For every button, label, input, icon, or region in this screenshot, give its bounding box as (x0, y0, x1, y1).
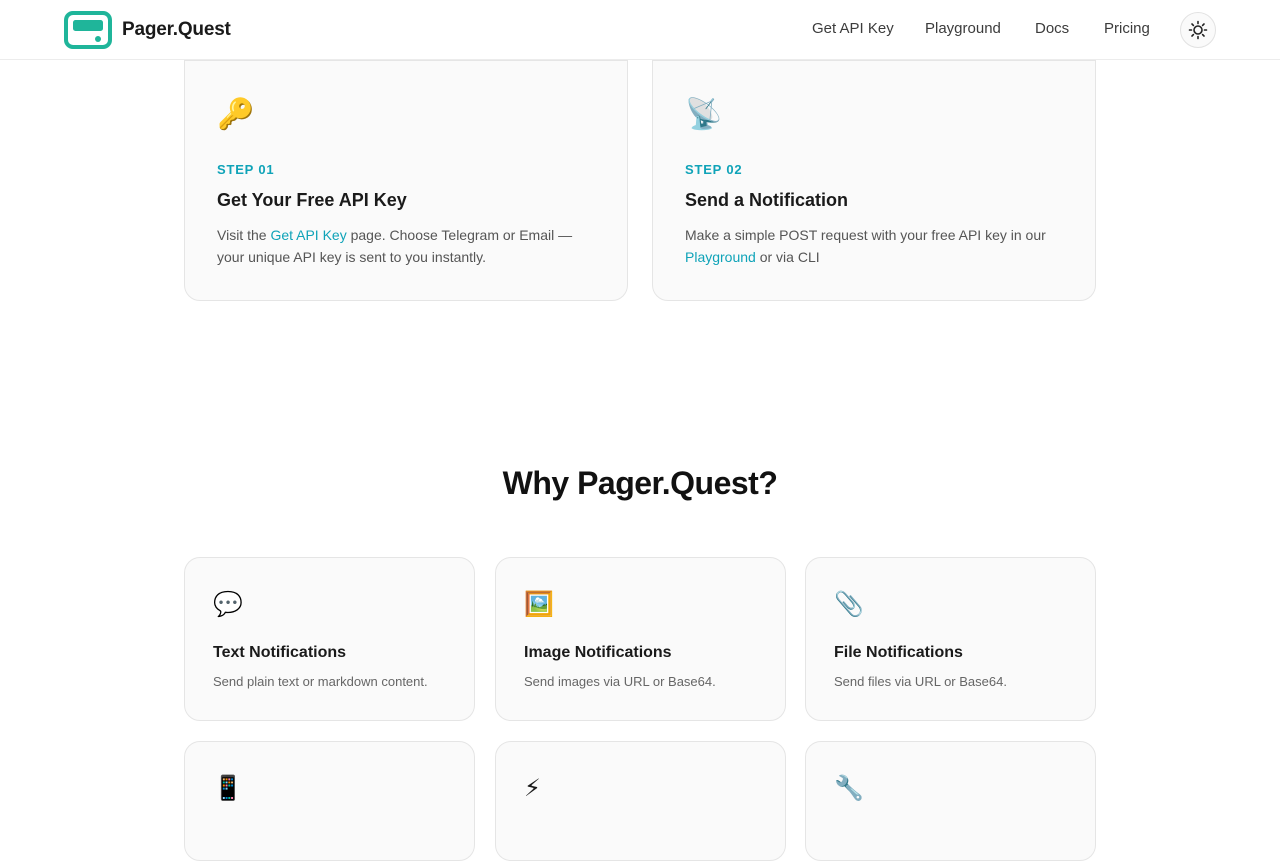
feature-card-file: 📎 File Notifications Send files via URL … (805, 557, 1096, 721)
paperclip-icon: 📎 (834, 591, 864, 618)
why-section-title: Why Pager.Quest? (502, 465, 778, 501)
step-desc-text: or via CLI (755, 249, 820, 265)
feature-card-image: 🖼️ Image Notifications Send images via U… (495, 557, 786, 721)
step-title: Send a Notification (685, 190, 849, 210)
nav-playground[interactable]: Playground (925, 20, 1001, 37)
feature-title: File Notifications (834, 644, 963, 661)
satellite-dish-icon: 📡 (685, 98, 723, 131)
step-label: STEP 01 (217, 162, 275, 177)
framed-picture-icon: 🖼️ (524, 591, 554, 618)
key-icon: 🔑 (217, 98, 255, 131)
step-label: STEP 02 (685, 162, 743, 177)
feature-title: Image Notifications (524, 644, 672, 661)
pager-logo-icon (64, 11, 112, 49)
theme-toggle-button[interactable] (1180, 12, 1216, 48)
site-header: Pager.Quest Get API Key Playground Docs … (0, 0, 1280, 60)
step-title: Get Your Free API Key (217, 190, 407, 210)
nav-pricing[interactable]: Pricing (1104, 20, 1150, 37)
step-description: Visit the Get API Key page. Choose Teleg… (217, 224, 597, 268)
sun-icon (1188, 20, 1208, 40)
feature-card-mobile: 📱 (184, 741, 475, 861)
brand-name: Pager.Quest (122, 19, 231, 40)
step-card-02: 📡 STEP 02 Send a Notification Make a sim… (652, 60, 1096, 301)
feature-title: Text Notifications (213, 644, 347, 661)
step-description: Make a simple POST request with your fre… (685, 224, 1065, 268)
step-desc-text: Make a simple POST request with your fre… (685, 227, 1046, 243)
nav-get-api-key[interactable]: Get API Key (812, 20, 894, 37)
playground-link[interactable]: Playground (685, 249, 756, 265)
step-card-01: 🔑 STEP 01 Get Your Free API Key Visit th… (184, 60, 628, 301)
get-api-key-link[interactable]: Get API Key (270, 227, 346, 243)
feature-card-tools: 🔧 (805, 741, 1096, 861)
feature-card-text: 💬 Text Notifications Send plain text or … (184, 557, 475, 721)
brand-link[interactable]: Pager.Quest (64, 11, 231, 49)
step-desc-text: Visit the (217, 227, 271, 243)
feature-card-fast: ⚡ (495, 741, 786, 861)
nav-docs[interactable]: Docs (1035, 20, 1069, 37)
feature-description: Send images via URL or Base64. (524, 674, 716, 689)
feature-description: Send files via URL or Base64. (834, 674, 1007, 689)
speech-bubble-icon: 💬 (213, 591, 243, 618)
feature-description: Send plain text or markdown content. (213, 674, 428, 689)
